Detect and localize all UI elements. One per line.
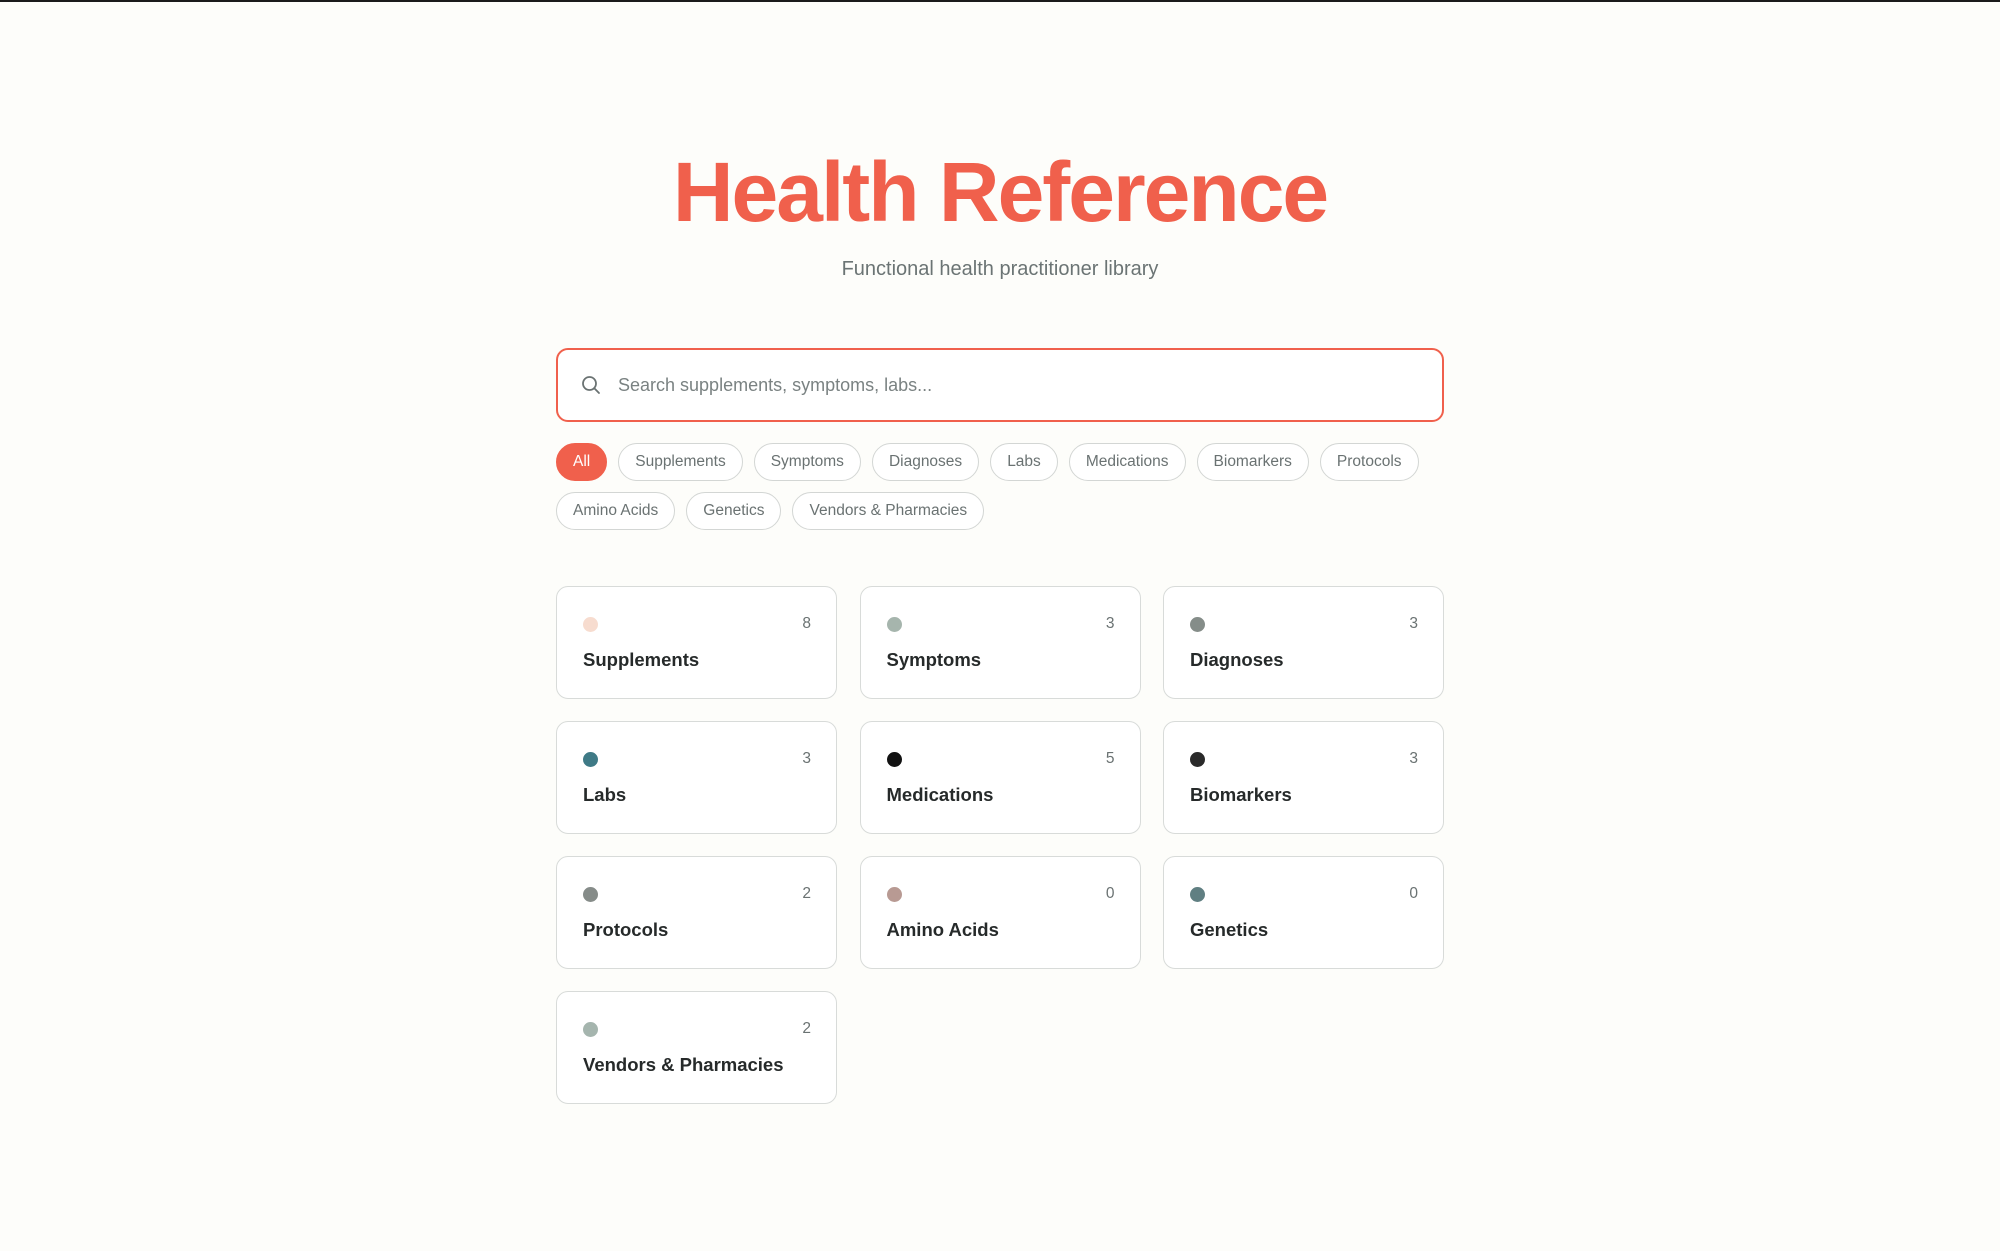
search-input[interactable] [618,365,1398,405]
category-count: 8 [802,615,811,632]
category-card-medications[interactable]: 5 Medications [859,721,1141,834]
category-color-dot [886,617,902,632]
category-color-dot [583,1022,598,1037]
filter-chip-labs[interactable]: Labs [990,443,1058,481]
filter-chip-amino-acids[interactable]: Amino Acids [556,492,676,530]
category-card-protocols[interactable]: 2 Protocols [556,856,837,969]
page-title: Health Reference [672,145,1329,239]
category-count: 0 [1409,885,1418,902]
category-count: 2 [802,1020,811,1037]
category-card-diagnoses[interactable]: 3 Diagnoses [1163,586,1444,699]
category-color-dot [886,752,902,767]
category-card-vendors-pharmacies[interactable]: 2 Vendors & Pharmacies [556,991,837,1104]
category-color-dot [886,887,902,902]
category-label: Biomarkers [1190,784,1292,805]
category-count: 0 [1105,885,1115,902]
filter-chip-all[interactable]: All [556,443,608,481]
category-card-genetics[interactable]: 0 Genetics [1163,856,1444,969]
filter-chip-symptoms[interactable]: Symptoms [753,443,861,481]
category-color-dot [583,617,598,632]
category-label: Amino Acids [886,919,999,940]
filter-chip-genetics[interactable]: Genetics [686,492,782,530]
category-color-dot [583,887,598,902]
search-bar[interactable] [556,348,1444,422]
category-label: Labs [583,784,627,805]
category-label: Vendors & Pharmacies [583,1054,784,1075]
filter-chip-vendors-pharmacies[interactable]: Vendors & Pharmacies [792,492,985,530]
page-subtitle: Functional health practitioner library [841,258,1159,280]
category-label: Protocols [583,919,669,940]
category-card-symptoms[interactable]: 3 Symptoms [859,586,1141,699]
category-label: Diagnoses [1190,649,1284,670]
filter-chip-medications[interactable]: Medications [1068,443,1186,481]
category-label: Genetics [1190,919,1269,940]
category-color-dot [583,752,598,767]
category-color-dot [1190,752,1205,767]
category-card-supplements[interactable]: 8 Supplements [556,586,837,699]
category-color-dot [1190,617,1205,632]
filter-chip-diagnoses[interactable]: Diagnoses [871,443,980,481]
category-card-labs[interactable]: 3 Labs [556,721,837,834]
category-count: 3 [1409,615,1418,632]
category-count: 3 [802,750,811,767]
category-card-biomarkers[interactable]: 3 Biomarkers [1163,721,1444,834]
filter-chips: All Supplements Symptoms Diagnoses Labs … [556,443,1444,530]
category-card-amino-acids[interactable]: 0 Amino Acids [859,856,1141,969]
filter-chip-biomarkers[interactable]: Biomarkers [1196,443,1309,481]
search-icon [580,374,602,396]
category-label: Symptoms [886,649,982,670]
category-count: 3 [1409,750,1418,767]
category-count: 2 [802,885,811,902]
category-count: 5 [1105,750,1115,767]
category-grid: 8 Supplements 3 Symptoms 3 Diagnoses 3 L… [556,586,1444,1104]
filter-chip-protocols[interactable]: Protocols [1319,443,1419,481]
category-count: 3 [1105,615,1115,632]
filter-chip-supplements[interactable]: Supplements [618,443,743,481]
category-label: Medications [886,784,994,805]
category-color-dot [1190,887,1205,902]
category-label: Supplements [583,649,700,670]
